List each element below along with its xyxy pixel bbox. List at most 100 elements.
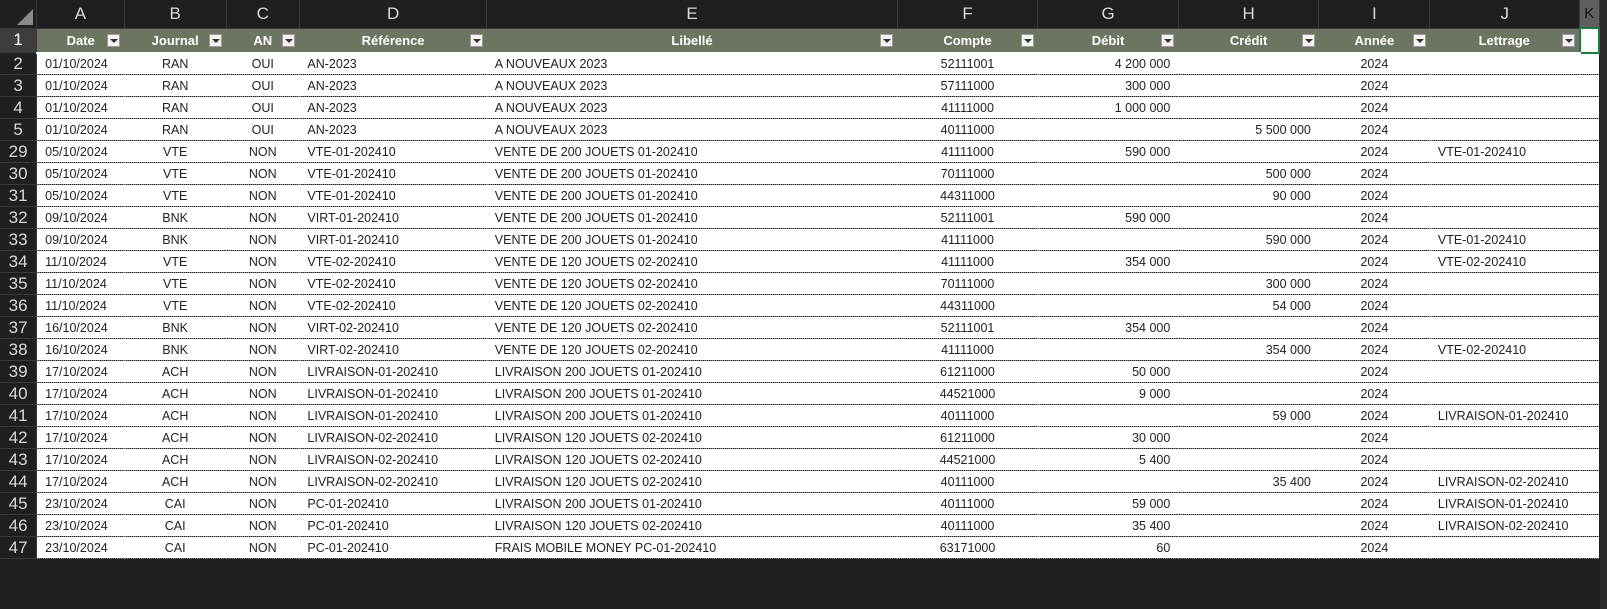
cell-compte[interactable]: 41111000 xyxy=(897,228,1038,251)
cell-an[interactable]: NON xyxy=(226,492,300,515)
cell-date[interactable]: 16/10/2024 xyxy=(36,316,125,339)
cell-annee[interactable]: 2024 xyxy=(1318,294,1430,317)
cell-date[interactable]: 17/10/2024 xyxy=(36,448,125,471)
cell-ref[interactable]: VIRT-02-202410 xyxy=(299,338,487,361)
cell-credit[interactable]: 59 000 xyxy=(1178,404,1319,427)
cell-annee[interactable]: 2024 xyxy=(1318,206,1430,229)
cell-date[interactable]: 17/10/2024 xyxy=(36,360,125,383)
cell-journal[interactable]: ACH xyxy=(124,470,227,493)
cell-lettrage[interactable] xyxy=(1429,206,1580,229)
cell-empty[interactable] xyxy=(1579,162,1599,185)
cell-debit[interactable]: 60 xyxy=(1037,536,1179,559)
filter-dropdown-icon[interactable] xyxy=(1412,33,1426,47)
cell-libelle[interactable]: A NOUVEAUX 2023 xyxy=(486,96,898,119)
cell-an[interactable]: NON xyxy=(226,250,300,273)
column-header-c[interactable]: C xyxy=(226,0,300,29)
cell-date[interactable]: 17/10/2024 xyxy=(36,382,125,405)
cell-credit[interactable] xyxy=(1178,74,1319,97)
row-number[interactable]: 45 xyxy=(0,492,38,515)
cell-empty[interactable] xyxy=(1579,96,1599,119)
cell-compte[interactable]: 41111000 xyxy=(897,140,1038,163)
cell-debit[interactable]: 5 400 xyxy=(1037,448,1179,471)
cell-journal[interactable]: CAI xyxy=(124,536,227,559)
cell-credit[interactable] xyxy=(1178,536,1319,559)
cell-debit[interactable]: 59 000 xyxy=(1037,492,1179,515)
filter-dropdown-icon[interactable] xyxy=(1020,33,1034,47)
cell-compte[interactable]: 40111000 xyxy=(897,492,1038,515)
cell-ref[interactable]: VIRT-01-202410 xyxy=(299,228,487,251)
cell-libelle[interactable]: VENTE DE 200 JOUETS 01-202410 xyxy=(486,206,898,229)
cell-ref[interactable]: LIVRAISON-02-202410 xyxy=(299,448,487,471)
cell-annee[interactable]: 2024 xyxy=(1318,184,1430,207)
cell-ref[interactable]: LIVRAISON-02-202410 xyxy=(299,470,487,493)
cell-debit[interactable] xyxy=(1037,404,1179,427)
cell-annee[interactable]: 2024 xyxy=(1318,492,1430,515)
cell-ref[interactable]: LIVRAISON-01-202410 xyxy=(299,404,487,427)
cell-annee[interactable]: 2024 xyxy=(1318,118,1430,141)
cell-journal[interactable]: ACH xyxy=(124,404,227,427)
cell-ref[interactable]: VTE-01-202410 xyxy=(299,184,487,207)
filter-dropdown-icon[interactable] xyxy=(1161,33,1175,47)
cell-journal[interactable]: CAI xyxy=(124,492,227,515)
column-header-e[interactable]: E xyxy=(486,0,898,29)
cell-an[interactable]: NON xyxy=(226,184,300,207)
cell-credit[interactable] xyxy=(1178,426,1319,449)
cell-debit[interactable]: 30 000 xyxy=(1037,426,1179,449)
cell-journal[interactable]: ACH xyxy=(124,382,227,405)
cell-an[interactable]: OUI xyxy=(226,118,300,141)
cell-debit[interactable] xyxy=(1037,184,1179,207)
cell-credit[interactable]: 90 000 xyxy=(1178,184,1319,207)
filter-dropdown-icon[interactable] xyxy=(1301,33,1315,47)
filter-dropdown-icon[interactable] xyxy=(282,33,296,47)
cell-credit[interactable] xyxy=(1178,52,1319,75)
cell-lettrage[interactable]: VTE-02-202410 xyxy=(1429,338,1580,361)
cell-credit[interactable] xyxy=(1178,140,1319,163)
cell-empty[interactable] xyxy=(1579,382,1599,405)
row-number[interactable]: 39 xyxy=(0,360,38,383)
header-cell[interactable]: Année xyxy=(1318,28,1430,54)
column-header-g[interactable]: G xyxy=(1037,0,1179,29)
cell-debit[interactable]: 50 000 xyxy=(1037,360,1179,383)
cell-ref[interactable]: VTE-01-202410 xyxy=(299,140,487,163)
cell-annee[interactable]: 2024 xyxy=(1318,404,1430,427)
cell-empty[interactable] xyxy=(1579,338,1599,361)
cell-debit[interactable] xyxy=(1037,118,1179,141)
cell-journal[interactable]: BNK xyxy=(124,338,227,361)
row-number[interactable]: 44 xyxy=(0,470,38,493)
cell-an[interactable]: NON xyxy=(226,514,300,537)
cell-date[interactable]: 17/10/2024 xyxy=(36,404,125,427)
cell-empty[interactable] xyxy=(1579,294,1599,317)
cell-annee[interactable]: 2024 xyxy=(1318,162,1430,185)
cell-libelle[interactable]: LIVRAISON 120 JOUETS 02-202410 xyxy=(486,426,898,449)
cell-libelle[interactable]: VENTE DE 120 JOUETS 02-202410 xyxy=(486,250,898,273)
cell-lettrage[interactable] xyxy=(1429,360,1580,383)
header-cell[interactable]: Journal xyxy=(124,28,227,54)
row-number[interactable]: 43 xyxy=(0,448,38,471)
cell-an[interactable]: NON xyxy=(226,140,300,163)
cell-credit[interactable] xyxy=(1178,206,1319,229)
cell-an[interactable]: NON xyxy=(226,382,300,405)
cell-libelle[interactable]: VENTE DE 200 JOUETS 01-202410 xyxy=(486,184,898,207)
row-number[interactable]: 33 xyxy=(0,228,38,251)
row-number[interactable]: 36 xyxy=(0,294,38,317)
column-header-h[interactable]: H xyxy=(1178,0,1320,29)
cell-an[interactable]: NON xyxy=(226,360,300,383)
cell-libelle[interactable]: VENTE DE 200 JOUETS 01-202410 xyxy=(486,162,898,185)
cell-empty[interactable] xyxy=(1579,514,1599,537)
cell-journal[interactable]: VTE xyxy=(124,272,227,295)
cell-journal[interactable]: ACH xyxy=(124,360,227,383)
cell-journal[interactable]: VTE xyxy=(124,250,227,273)
row-number[interactable]: 3 xyxy=(0,74,38,97)
cell-empty[interactable] xyxy=(1579,426,1599,449)
cell-compte[interactable]: 61211000 xyxy=(897,426,1038,449)
cell-compte[interactable]: 44311000 xyxy=(897,184,1038,207)
cell-libelle[interactable]: VENTE DE 200 JOUETS 01-202410 xyxy=(486,140,898,163)
cell-empty[interactable] xyxy=(1579,250,1599,273)
cell-an[interactable]: OUI xyxy=(226,74,300,97)
cell-ref[interactable]: LIVRAISON-01-202410 xyxy=(299,360,487,383)
header-cell[interactable]: AN xyxy=(226,28,300,54)
cell-journal[interactable]: RAN xyxy=(124,52,227,75)
cell-an[interactable]: NON xyxy=(226,294,300,317)
header-cell[interactable]: Débit xyxy=(1037,28,1179,54)
cell-date[interactable]: 09/10/2024 xyxy=(36,206,125,229)
